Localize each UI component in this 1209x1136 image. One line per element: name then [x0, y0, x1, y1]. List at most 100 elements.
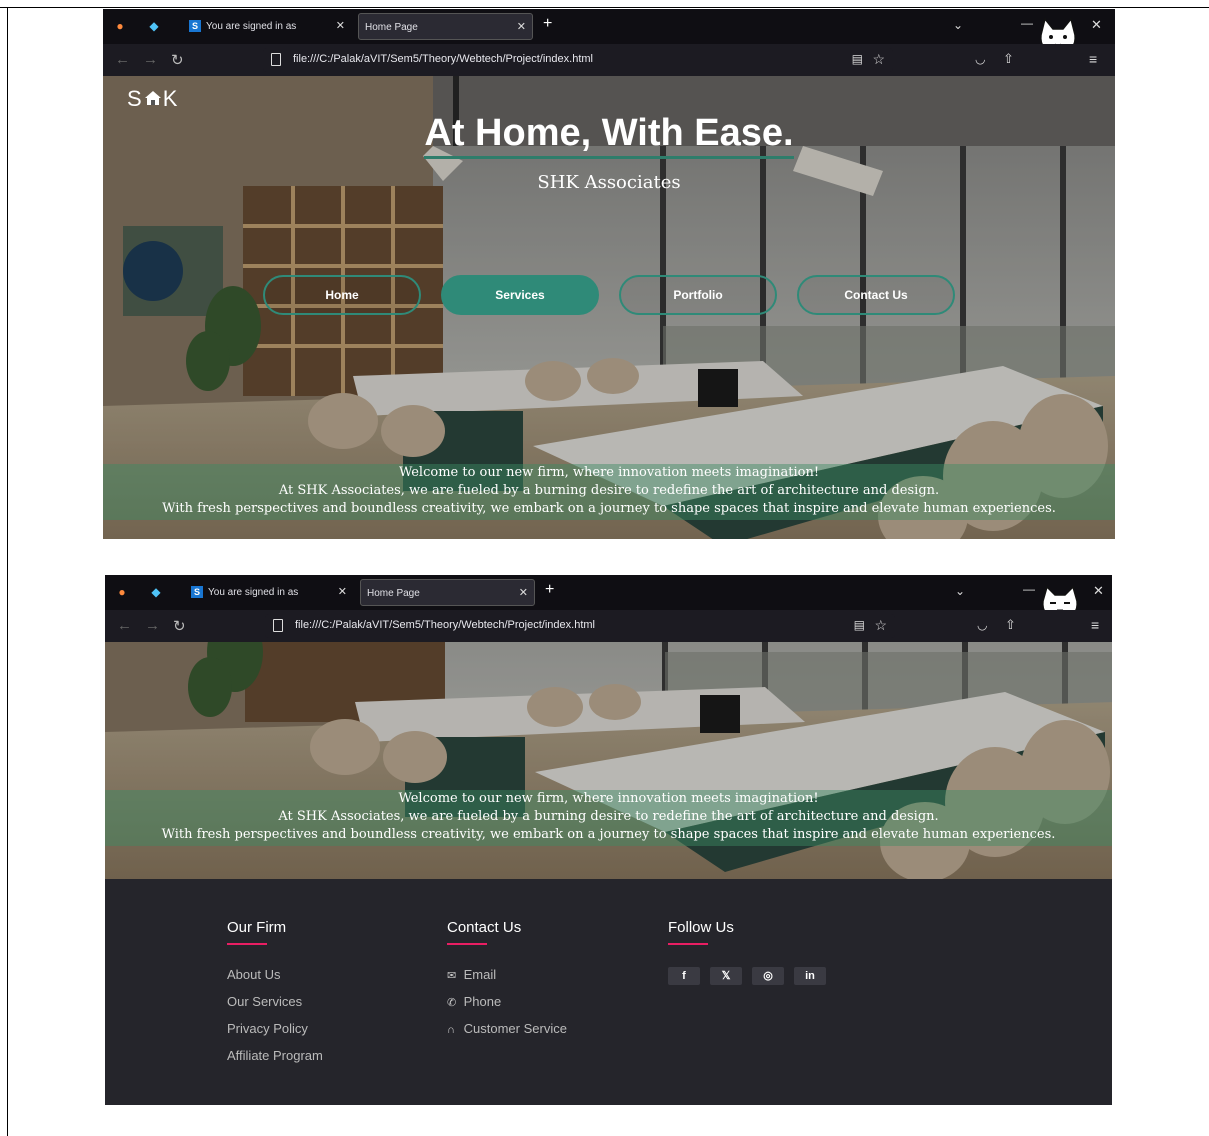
twitter-icon[interactable]: 𝕏 — [710, 967, 742, 985]
minimize-icon[interactable]: — — [1021, 16, 1033, 30]
footer-heading-firm: Our Firm — [227, 919, 287, 936]
footer-link-affiliate[interactable]: Affiliate Program — [227, 1048, 323, 1075]
welcome-line-2: At SHK Associates, we are fueled by a bu… — [278, 483, 940, 498]
heading-underline — [668, 943, 708, 945]
share-icon[interactable]: ⇧ — [1005, 617, 1016, 633]
footer-col-firm: Our Firm About Us Our Services Privacy P… — [227, 919, 323, 1075]
frame-border-top — [0, 7, 1209, 8]
tab-home-page[interactable]: Home Page ✕ — [360, 579, 535, 606]
new-tab-icon[interactable]: + — [545, 581, 554, 599]
tab-favicon: S — [191, 586, 203, 599]
footer-link-privacy[interactable]: Privacy Policy — [227, 1021, 323, 1048]
app-menu-icon[interactable]: ≡ — [1091, 617, 1099, 633]
hero-title-text: At Home, With Ease. — [424, 112, 794, 159]
headset-icon: ∩ — [447, 1024, 455, 1036]
tab-label: Home Page — [365, 22, 418, 33]
hero-title: At Home, With Ease. — [103, 112, 1115, 159]
heading-underline — [227, 943, 267, 945]
footer-link-email[interactable]: ✉ Email — [447, 967, 567, 994]
tab-home-page[interactable]: Home Page ✕ — [358, 13, 533, 40]
facebook-icon[interactable]: f — [668, 967, 700, 985]
footer-link-about[interactable]: About Us — [227, 967, 323, 994]
footer-link-phone[interactable]: ✆ Phone — [447, 994, 567, 1021]
list-tabs-icon[interactable]: ⌄ — [953, 18, 963, 32]
nav-bar: ← → ↻ file:///C:/Palak/aVIT/Sem5/Theory/… — [103, 44, 1115, 76]
reload-icon[interactable]: ↻ — [173, 617, 186, 635]
close-tab-icon[interactable]: ✕ — [517, 14, 526, 41]
instagram-icon[interactable]: ◎ — [752, 967, 784, 985]
footer-heading-follow: Follow Us — [668, 919, 734, 936]
nav-home-button[interactable]: Home — [263, 275, 421, 315]
footer-link-phone-label: Phone — [463, 994, 502, 1009]
new-tab-icon[interactable]: + — [543, 15, 552, 33]
frame-border-left — [7, 7, 8, 1136]
firefox-menu-icon[interactable]: ● — [115, 585, 129, 599]
close-tab-icon[interactable]: ✕ — [336, 13, 345, 40]
house-icon — [144, 91, 161, 105]
nav-services-button[interactable]: Services — [441, 275, 599, 315]
web-page: SK At Home, With Ease. SHK Associates Ho… — [103, 76, 1115, 539]
pocket-icon[interactable]: ◡ — [975, 52, 985, 66]
back-icon[interactable]: ← — [117, 617, 132, 634]
hero-section: SK At Home, With Ease. SHK Associates Ho… — [103, 76, 1115, 539]
linkedin-icon[interactable]: in — [794, 967, 826, 985]
window-close-icon[interactable]: ✕ — [1091, 17, 1102, 33]
welcome-line-3: With fresh perspectives and boundless cr… — [161, 827, 1056, 842]
share-icon[interactable]: ⇧ — [1003, 51, 1014, 67]
site-logo[interactable]: SK — [127, 86, 178, 112]
heading-underline — [447, 943, 487, 945]
welcome-line-2: At SHK Associates, we are fueled by a bu… — [278, 809, 939, 824]
office-background-image — [105, 642, 1112, 882]
list-tabs-icon[interactable]: ⌄ — [955, 584, 965, 598]
footer-link-customer-service-label: Customer Service — [463, 1021, 567, 1036]
envelope-icon: ✉ — [447, 970, 457, 982]
url-bar[interactable]: file:///C:/Palak/aVIT/Sem5/Theory/Webtec… — [263, 48, 893, 72]
close-tab-icon[interactable]: ✕ — [338, 579, 347, 606]
forward-icon[interactable]: → — [145, 617, 160, 634]
main-nav: Home Services Portfolio Contact Us — [263, 275, 963, 315]
tab-bar: ● ◆ SYou are signed in as 21BCE7748 ✕ Ho… — [103, 9, 1115, 70]
firefox-menu-icon[interactable]: ● — [113, 19, 127, 33]
pocket-icon[interactable]: ◡ — [977, 618, 987, 632]
tab-label: Home Page — [367, 588, 420, 599]
extension-icon[interactable]: ◆ — [149, 585, 163, 599]
logo-letter-s: S — [127, 86, 143, 111]
footer-link-customer-service[interactable]: ∩ Customer Service — [447, 1021, 567, 1048]
footer-heading-contact: Contact Us — [447, 919, 522, 936]
tab-bar: ● ◆ SYou are signed in as 21BCE7748 ✕ Ho… — [105, 575, 1112, 625]
minimize-icon[interactable]: — — [1023, 582, 1035, 596]
screenshot-top: ● ◆ SYou are signed in as 21BCE7748 ✕ Ho… — [103, 9, 1115, 539]
forward-icon[interactable]: → — [143, 51, 158, 68]
footer-link-email-label: Email — [463, 967, 497, 982]
nav-contact-button[interactable]: Contact Us — [797, 275, 955, 315]
web-page: Welcome to our new firm, where innovatio… — [105, 642, 1112, 1105]
app-menu-icon[interactable]: ≡ — [1089, 51, 1097, 67]
social-links: f 𝕏 ◎ in — [668, 967, 826, 985]
reload-icon[interactable]: ↻ — [171, 51, 184, 69]
extension-icon[interactable]: ◆ — [147, 19, 161, 33]
footer-link-services[interactable]: Our Services — [227, 994, 323, 1021]
welcome-line-1: Welcome to our new firm, where innovatio… — [398, 465, 820, 480]
window-close-icon[interactable]: ✕ — [1093, 583, 1104, 599]
close-tab-icon[interactable]: ✕ — [519, 580, 528, 607]
bookmark-star-icon[interactable]: ☆ — [872, 51, 885, 68]
url-text[interactable]: file:///C:/Palak/aVIT/Sem5/Theory/Webtec… — [293, 53, 593, 65]
bookmark-star-icon[interactable]: ☆ — [874, 617, 887, 634]
hero-section: Welcome to our new firm, where innovatio… — [105, 642, 1112, 882]
url-bar[interactable]: file:///C:/Palak/aVIT/Sem5/Theory/Webtec… — [265, 614, 895, 638]
tab-favicon: S — [189, 20, 201, 33]
reader-view-icon[interactable]: ▤ — [854, 618, 865, 632]
welcome-banner: Welcome to our new firm, where innovatio… — [103, 464, 1115, 520]
hero-subtitle: SHK Associates — [537, 172, 681, 193]
nav-bar: ← → ↻ file:///C:/Palak/aVIT/Sem5/Theory/… — [105, 610, 1112, 642]
footer-col-contact: Contact Us ✉ Email ✆ Phone ∩ Customer Se… — [447, 919, 567, 1048]
phone-icon: ✆ — [447, 997, 457, 1009]
welcome-line-3: With fresh perspectives and boundless cr… — [162, 501, 1056, 516]
tab-signed-in[interactable]: SYou are signed in as 21BCE7748 ✕ — [183, 13, 351, 59]
back-icon[interactable]: ← — [115, 51, 130, 68]
reader-view-icon[interactable]: ▤ — [852, 52, 863, 66]
page-icon — [273, 619, 283, 632]
url-text[interactable]: file:///C:/Palak/aVIT/Sem5/Theory/Webtec… — [295, 619, 595, 631]
nav-portfolio-button[interactable]: Portfolio — [619, 275, 777, 315]
tab-signed-in[interactable]: SYou are signed in as 21BCE7748 ✕ — [185, 579, 353, 625]
